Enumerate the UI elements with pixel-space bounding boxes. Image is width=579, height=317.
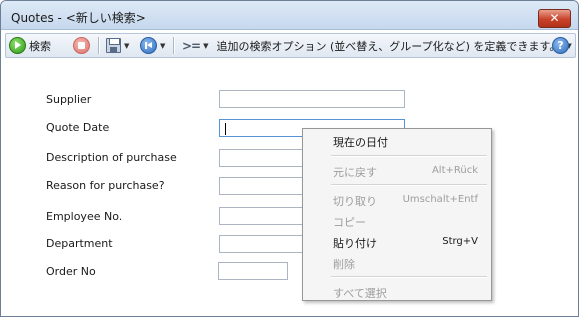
order-no-label: Order No — [46, 265, 96, 278]
first-record-icon — [140, 37, 157, 54]
menu-item-label: 元に戻す — [333, 166, 377, 179]
reason-input[interactable] — [219, 177, 303, 195]
help-button[interactable]: ? — [552, 34, 569, 57]
navigate-first-button[interactable]: ▼ — [140, 34, 165, 57]
menu-item-paste[interactable]: 貼り付け Strg+V — [303, 232, 491, 252]
context-menu: 現在の日付 元に戻す Alt+Rück 切り取り Umschalt+Entf コ… — [302, 128, 492, 301]
menu-item-shortcut: Alt+Rück — [431, 165, 478, 176]
menu-item-label: 現在の日付 — [333, 136, 388, 149]
search-button[interactable]: 検索 — [9, 34, 51, 57]
toolbar-separator — [98, 37, 100, 54]
description-label: Description of purchase — [46, 151, 177, 164]
search-options-label: 追加の検索オプション (並べ替え、グループ化など) を定義できます。 — [216, 39, 561, 53]
title-bar: Quotes - <新しい検索> ✕ — [1, 1, 578, 30]
menu-item-label: 切り取り — [333, 195, 377, 208]
quote-date-label: Quote Date — [46, 121, 110, 134]
department-input[interactable] — [219, 235, 303, 253]
save-button[interactable]: ▼ — [106, 34, 129, 57]
menu-item-shortcut: Strg+V — [442, 236, 478, 247]
search-options-button[interactable]: >= ▼ 追加の検索オプション (並べ替え、グループ化など) を定義できます。 … — [182, 34, 572, 57]
reason-label: Reason for purchase? — [46, 179, 165, 192]
menu-item-cut[interactable]: 切り取り Umschalt+Entf — [303, 190, 491, 210]
menu-item-label: コピー — [333, 216, 366, 229]
order-no-input[interactable] — [218, 262, 288, 280]
window-title: Quotes - <新しい検索> — [11, 11, 146, 25]
menu-item-current-date[interactable]: 現在の日付 — [303, 131, 491, 151]
play-icon — [9, 37, 26, 54]
toolbar-separator — [173, 37, 175, 54]
stop-icon — [73, 37, 90, 54]
close-button[interactable]: ✕ — [538, 9, 571, 28]
menu-item-delete[interactable]: 削除 — [303, 253, 491, 273]
menu-item-label: 貼り付け — [333, 237, 377, 250]
toolbar: 検索 ▼ ▼ >= ▼ 追加の検索オプション (並べ替え、グループ化など) を定… — [5, 33, 576, 58]
employee-no-input[interactable] — [219, 207, 303, 225]
menu-item-label: すべて選択 — [333, 287, 387, 300]
supplier-input[interactable] — [219, 90, 405, 108]
chevron-down-icon: ▼ — [124, 41, 130, 50]
menu-item-shortcut: Umschalt+Entf — [402, 194, 478, 205]
chevron-down-icon: ▼ — [203, 41, 209, 50]
menu-item-undo[interactable]: 元に戻す Alt+Rück — [303, 161, 491, 181]
menu-item-copy[interactable]: コピー — [303, 211, 491, 231]
employee-no-label: Employee No. — [46, 210, 123, 223]
text-cursor — [225, 123, 226, 135]
search-button-label: 検索 — [29, 39, 51, 53]
menu-item-select-all[interactable]: すべて選択 — [303, 282, 491, 302]
supplier-label: Supplier — [46, 93, 92, 106]
chevron-down-icon: ▼ — [160, 41, 166, 50]
help-icon: ? — [552, 37, 569, 54]
department-label: Department — [46, 237, 113, 250]
stop-button[interactable] — [73, 34, 90, 57]
menu-separator — [331, 276, 487, 278]
save-icon — [106, 38, 121, 53]
menu-item-label: 削除 — [333, 258, 355, 271]
menu-separator — [331, 184, 487, 186]
quotes-window: Quotes - <新しい検索> ✕ 検索 ▼ ▼ >= ▼ 追加の検索オプショ… — [0, 0, 579, 317]
search-options-icon: >= — [182, 38, 201, 53]
menu-separator — [331, 155, 487, 157]
description-input[interactable] — [219, 149, 303, 167]
